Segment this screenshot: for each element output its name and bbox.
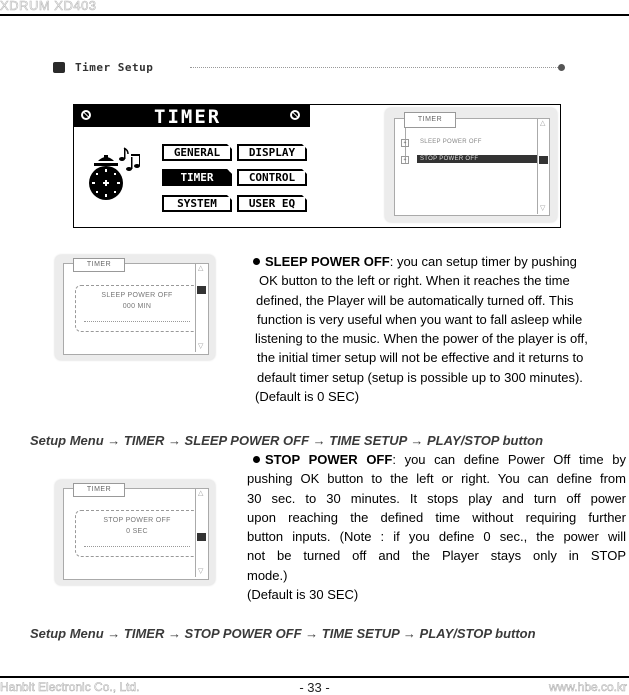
sleep-heading: SLEEP POWER OFF <box>265 254 390 269</box>
scrollbar-thumb[interactable] <box>197 533 206 541</box>
menu-button-user-eq[interactable]: USER EQ <box>237 195 307 212</box>
sleep-power-off-description: SLEEP POWER OFF: you can setup timer by … <box>253 252 625 406</box>
sleep-window-scrollbar[interactable]: △ ▽ <box>195 264 207 352</box>
tree-window-tab[interactable]: TIMER <box>404 112 456 128</box>
tree-window-body <box>394 118 550 216</box>
text-line: OK button to the left or right. When it … <box>259 273 570 289</box>
text-line: the initial timer setup will not be effe… <box>257 350 584 366</box>
text-line: function is very useful when you want to… <box>257 311 583 327</box>
menu-button-control[interactable]: CONTROL <box>237 169 307 186</box>
stop-menu-path: Setup Menu → TIMER → STOP POWER OFF → TI… <box>30 626 536 641</box>
sleep-menu-path: Setup Menu → TIMER → SLEEP POWER OFF → T… <box>30 433 544 448</box>
section-dotted-line <box>190 67 560 68</box>
text-line: upon reaching the defined time without r… <box>247 509 626 525</box>
tree-expand-icon[interactable]: + <box>401 139 409 147</box>
document-header-model: XDRUM XD403 <box>0 0 97 13</box>
text-line: 30 sec. to 30 minutes. It stops play and… <box>247 490 626 506</box>
text-line: pushing OK button to the left or right. … <box>247 471 626 487</box>
menu-button-display[interactable]: DISPLAY <box>237 144 307 161</box>
lcd-title-bar: TIMER <box>74 105 310 128</box>
tree-item-stop-power-off[interactable]: STOP POWER OFF <box>417 155 541 163</box>
section-title: Timer Setup <box>75 60 154 74</box>
stop-time-slider[interactable] <box>84 546 190 547</box>
text-line: default timer setup (setup is possible u… <box>257 369 583 385</box>
sleep-power-off-window: TIMER SLEEP POWER OFF 000 MIN △ ▽ <box>55 255 215 360</box>
sleep-time-slider[interactable] <box>84 321 190 322</box>
scroll-down-arrow-icon[interactable]: ▽ <box>198 342 203 350</box>
tree-item-sleep-power-off[interactable]: SLEEP POWER OFF <box>420 139 482 145</box>
lcd-title: TIMER <box>154 106 222 128</box>
tree-expand-icon[interactable]: + <box>401 156 409 164</box>
scroll-down-arrow-icon[interactable]: ▽ <box>198 567 203 575</box>
text-line: : you can define Power Off time by <box>392 452 626 467</box>
text-line: defined, the Player will be automaticall… <box>256 292 574 308</box>
header-divider <box>0 14 629 16</box>
sleep-popup-value: 000 MIN <box>122 303 152 310</box>
section-heading: Timer Setup <box>53 60 153 74</box>
footer-website: www.hbe.co.kr <box>548 680 628 695</box>
menu-button-system[interactable]: SYSTEM <box>162 195 232 212</box>
page-number: - 33 - <box>299 680 330 695</box>
text-line: (Default is 0 SEC) <box>255 389 360 405</box>
stop-heading: STOP POWER OFF <box>265 452 393 467</box>
footer-divider <box>0 676 629 678</box>
stop-popup-value: 0 SEC <box>126 528 148 535</box>
stop-time-popup: STOP POWER OFF 0 SEC <box>75 510 199 557</box>
no-sound-icon <box>290 110 300 120</box>
text-line: button inputs. (Note : if you define 0 s… <box>247 529 626 545</box>
stopwatch-music-icon <box>89 147 140 200</box>
bullet-icon <box>253 456 260 463</box>
sleep-popup-title: SLEEP POWER OFF <box>101 292 173 299</box>
sleep-window-tab[interactable]: TIMER <box>73 258 125 272</box>
tree-scrollbar[interactable]: △ ▽ <box>537 119 549 214</box>
stop-window-scrollbar[interactable]: △ ▽ <box>195 489 207 577</box>
text-line: not be turned off and the Player stays o… <box>247 548 626 564</box>
scroll-up-arrow-icon[interactable]: △ <box>198 264 203 272</box>
scroll-up-arrow-icon[interactable]: △ <box>540 119 545 127</box>
stop-power-off-description: STOP POWER OFF: you can define Power Off… <box>247 450 626 604</box>
scroll-up-arrow-icon[interactable]: △ <box>198 489 203 497</box>
text-line: listening to the music. When the power o… <box>255 331 588 347</box>
no-sound-icon <box>81 110 91 120</box>
text-line: mode.) <box>247 567 288 583</box>
stop-power-off-window: TIMER STOP POWER OFF 0 SEC △ ▽ <box>55 480 215 585</box>
text-line: (Default is 30 SEC) <box>247 587 359 603</box>
stop-popup-title: STOP POWER OFF <box>103 517 171 524</box>
scrollbar-thumb[interactable] <box>539 156 548 164</box>
stop-heading-line: STOP POWER OFF: you can define Power Off… <box>247 450 626 469</box>
text-line: : you can setup timer by pushing <box>389 254 577 269</box>
stop-window-tab[interactable]: TIMER <box>73 483 125 497</box>
timer-tree-window: TIMER + SLEEP POWER OFF + STOP POWER OFF… <box>385 108 557 222</box>
menu-button-timer[interactable]: TIMER <box>162 169 232 186</box>
section-bullet-icon <box>53 61 65 73</box>
menu-button-general[interactable]: GENERAL <box>162 144 232 161</box>
sleep-time-popup: SLEEP POWER OFF 000 MIN <box>75 285 199 332</box>
scrollbar-thumb[interactable] <box>197 286 206 294</box>
bullet-icon <box>253 258 260 265</box>
timer-screenshots-frame: TIMER GENERAL DISPLAY TIMER CONTROL SYST… <box>73 104 561 228</box>
section-end-dot-icon <box>558 64 565 71</box>
sleep-heading-line: SLEEP POWER OFF: you can setup timer by … <box>253 252 625 271</box>
scroll-down-arrow-icon[interactable]: ▽ <box>540 204 545 212</box>
